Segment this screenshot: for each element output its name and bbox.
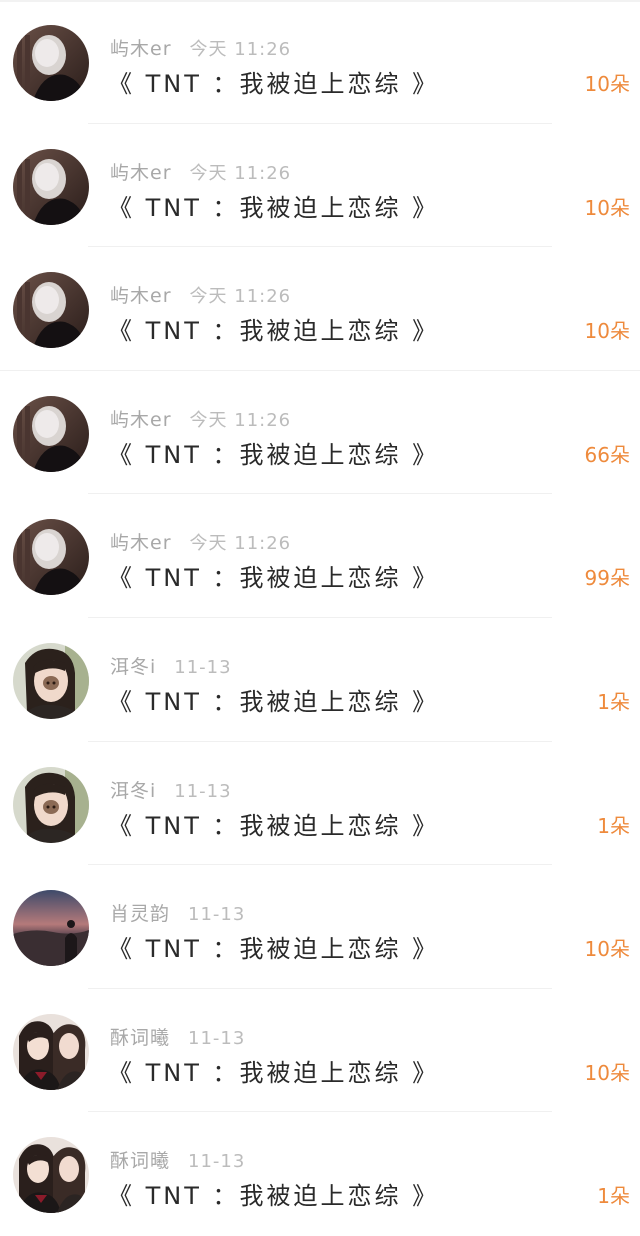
username[interactable]: 洱冬i <box>110 656 156 678</box>
user-avatar-icon[interactable] <box>13 766 89 843</box>
gift-record-list: 屿木er 今天 11:26 《 TNT ：我被迫上恋综 》 10朵 屿木er 今天 … <box>0 0 640 1236</box>
user-avatar-icon[interactable] <box>13 642 89 719</box>
username[interactable]: 屿木er <box>110 285 172 307</box>
book-title[interactable]: 《 TNT ：我被迫上恋综 》 <box>108 1176 439 1211</box>
timestamp: 11-13 <box>174 780 232 802</box>
user-avatar-icon[interactable] <box>13 1137 89 1214</box>
username[interactable]: 屿木er <box>110 38 172 60</box>
book-title[interactable]: 《 TNT ：我被迫上恋综 》 <box>108 558 439 593</box>
book-title[interactable]: 《 TNT ：我被迫上恋综 》 <box>108 1053 439 1088</box>
timestamp: 今天 11:26 <box>189 162 292 184</box>
list-item[interactable]: 屿木er 今天 11:26 《 TNT ：我被迫上恋综 》 10朵 <box>0 0 640 124</box>
list-item[interactable]: 酥词曦 11-13 《 TNT ：我被迫上恋综 》 1朵 <box>0 1112 640 1236</box>
timestamp: 今天 11:26 <box>189 39 292 60</box>
timestamp: 11-13 <box>188 1027 246 1049</box>
flower-count: 10朵 <box>584 319 630 344</box>
timestamp: 今天 11:26 <box>189 286 292 308</box>
list-item[interactable]: 屿木er 今天 11:26 《 TNT ：我被迫上恋综 》 10朵 <box>0 124 640 248</box>
list-item[interactable]: 屿木er 今天 11:26 《 TNT ：我被迫上恋综 》 66朵 <box>0 371 640 495</box>
timestamp: 今天 11:26 <box>189 409 292 431</box>
list-item[interactable]: 洱冬i 11-13 《 TNT ：我被迫上恋综 》 1朵 <box>0 742 640 866</box>
list-item[interactable]: 屿木er 今天 11:26 《 TNT ：我被迫上恋综 》 10朵 <box>0 247 640 371</box>
username[interactable]: 屿木er <box>110 409 172 431</box>
flower-count: 99朵 <box>584 566 630 591</box>
flower-count: 10朵 <box>584 195 630 220</box>
user-avatar-icon[interactable] <box>13 1013 89 1090</box>
flower-count: 1朵 <box>597 1184 630 1209</box>
user-avatar-icon[interactable] <box>13 519 89 596</box>
book-title[interactable]: 《 TNT ：我被迫上恋综 》 <box>108 929 439 964</box>
list-item[interactable]: 肖灵韵 11-13 《 TNT ：我被迫上恋综 》 10朵 <box>0 865 640 989</box>
username[interactable]: 酥词曦 <box>110 1150 170 1172</box>
user-avatar-icon[interactable] <box>13 148 89 225</box>
list-item[interactable]: 洱冬i 11-13 《 TNT ：我被迫上恋综 》 1朵 <box>0 618 640 742</box>
book-title[interactable]: 《 TNT ：我被迫上恋综 》 <box>108 682 439 717</box>
flower-count: 1朵 <box>597 813 630 838</box>
username[interactable]: 酥词曦 <box>110 1027 170 1049</box>
list-item[interactable]: 酥词曦 11-13 《 TNT ：我被迫上恋综 》 10朵 <box>0 989 640 1113</box>
username[interactable]: 肖灵韵 <box>110 903 170 925</box>
timestamp: 11-13 <box>188 1151 246 1173</box>
username[interactable]: 屿木er <box>110 532 172 554</box>
flower-count: 1朵 <box>597 689 630 714</box>
book-title[interactable]: 《 TNT ：我被迫上恋综 》 <box>108 188 439 223</box>
username[interactable]: 洱冬i <box>110 780 156 802</box>
username[interactable]: 屿木er <box>110 162 172 184</box>
user-avatar-icon[interactable] <box>13 395 89 472</box>
book-title[interactable]: 《 TNT ：我被迫上恋综 》 <box>108 311 439 346</box>
timestamp: 今天 11:26 <box>189 533 292 555</box>
flower-count: 10朵 <box>584 937 630 962</box>
book-title[interactable]: 《 TNT ：我被迫上恋综 》 <box>108 64 439 99</box>
flower-count: 66朵 <box>584 442 630 467</box>
book-title[interactable]: 《 TNT ：我被迫上恋综 》 <box>108 435 439 470</box>
user-avatar-icon[interactable] <box>13 272 89 349</box>
book-title[interactable]: 《 TNT ：我被迫上恋综 》 <box>108 806 439 841</box>
list-item[interactable]: 屿木er 今天 11:26 《 TNT ：我被迫上恋综 》 99朵 <box>0 494 640 618</box>
timestamp: 11-13 <box>188 904 246 926</box>
flower-count: 10朵 <box>584 1060 630 1085</box>
user-avatar-icon[interactable] <box>13 890 89 967</box>
user-avatar-icon[interactable] <box>13 25 89 101</box>
timestamp: 11-13 <box>174 656 232 678</box>
flower-count: 10朵 <box>584 72 630 96</box>
